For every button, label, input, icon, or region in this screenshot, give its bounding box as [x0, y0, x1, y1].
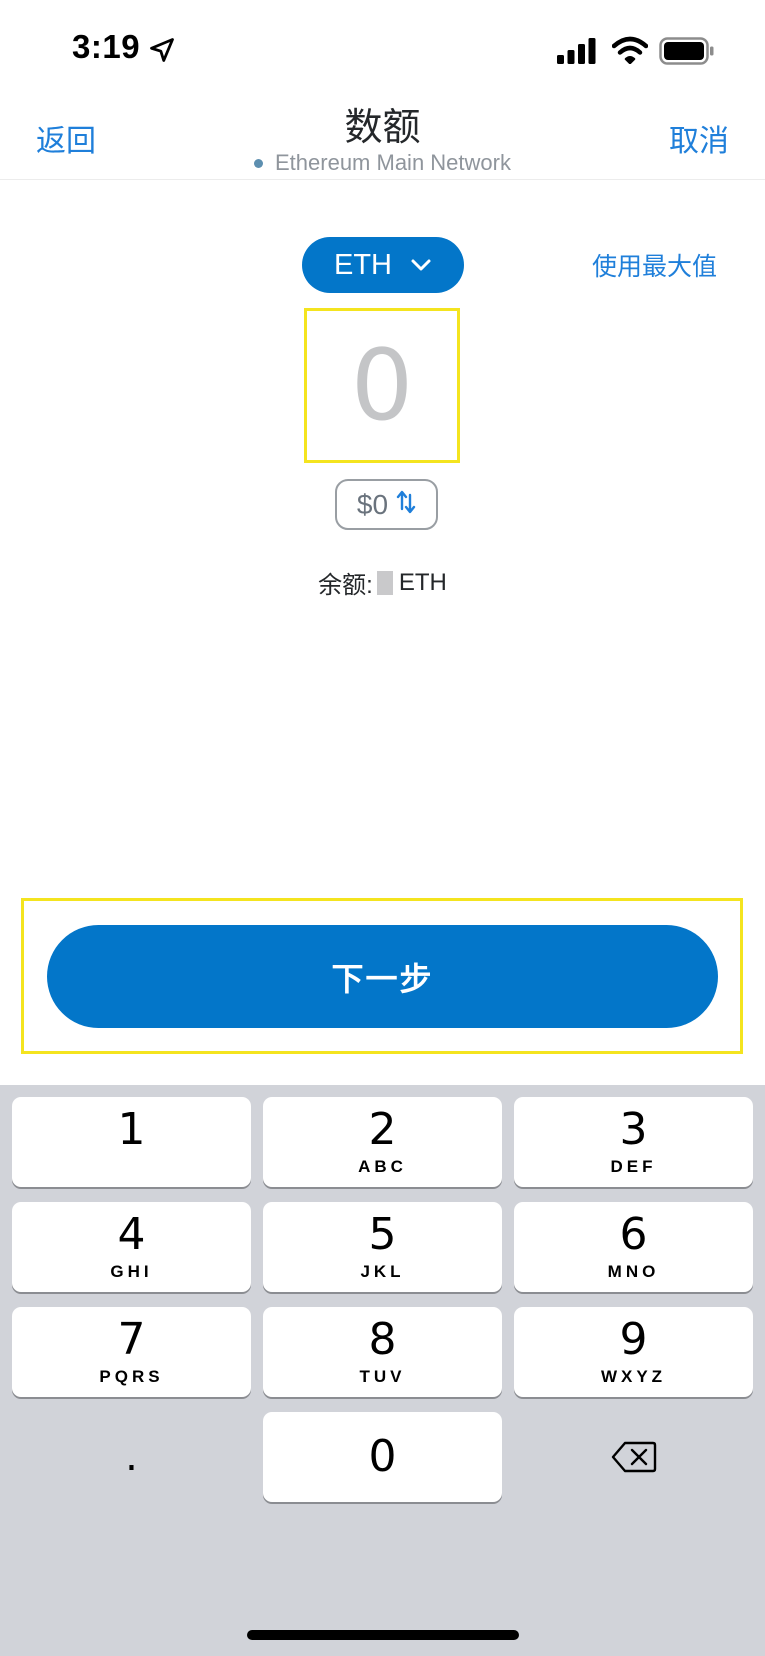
fiat-value: $0 — [356, 488, 389, 520]
home-indicator — [247, 1630, 519, 1640]
token-selector[interactable]: ETH — [302, 237, 464, 293]
backspace-icon — [611, 1441, 656, 1473]
key-delete[interactable] — [514, 1412, 753, 1502]
key-2[interactable]: 2 ABC — [263, 1097, 502, 1187]
use-max-button[interactable]: 使用最大值 — [592, 247, 717, 283]
key-digit: 2 — [368, 1104, 397, 1155]
network-status-dot — [254, 158, 263, 168]
key-letters: TUV — [359, 1367, 406, 1386]
key-digit: 8 — [368, 1314, 397, 1365]
amount-input[interactable] — [312, 328, 452, 443]
amount-screen: 3:19 返回 数额 Ethereum Main Network 取消 ETH … — [0, 0, 765, 1656]
wifi-icon — [612, 36, 648, 64]
key-digit: 0 — [368, 1431, 397, 1482]
key-0[interactable]: 0 — [263, 1412, 502, 1502]
key-3[interactable]: 3 DEF — [514, 1097, 753, 1187]
key-letters: GHI — [110, 1262, 153, 1281]
key-5[interactable]: 5 JKL — [263, 1202, 502, 1292]
network-indicator: Ethereum Main Network — [0, 150, 765, 176]
balance-label: 余额: — [318, 572, 373, 599]
battery-icon — [659, 37, 714, 65]
key-letters: PQRS — [99, 1367, 164, 1386]
swap-arrows-icon — [396, 490, 416, 513]
fiat-toggle-button[interactable]: $0 — [335, 479, 438, 530]
network-name: Ethereum Main Network — [275, 150, 511, 175]
token-symbol: ETH — [334, 248, 392, 281]
location-arrow-icon — [150, 38, 174, 62]
page-title: 数额 — [344, 107, 421, 149]
key-8[interactable]: 8 TUV — [263, 1307, 502, 1397]
cellular-signal-icon — [557, 38, 596, 64]
balance-unit: ETH — [398, 568, 447, 596]
key-1[interactable]: 1 — [12, 1097, 251, 1187]
key-digit: 9 — [619, 1314, 648, 1365]
key-letters: MNO — [607, 1262, 660, 1281]
key-digit: 4 — [117, 1209, 146, 1260]
key-letters: WXYZ — [600, 1367, 667, 1386]
status-bar: 3:19 — [0, 0, 765, 92]
key-digit: 3 — [619, 1104, 648, 1155]
numeric-keypad: 1 2 ABC 3 DEF 4 GHI 5 JKL 6 MNO 7 PQRS 8 — [0, 1085, 765, 1656]
key-digit: 5 — [368, 1209, 397, 1260]
chevron-down-icon — [411, 259, 431, 271]
amount-input-highlight — [304, 308, 460, 463]
key-letters: JKL — [360, 1262, 405, 1281]
key-7[interactable]: 7 PQRS — [12, 1307, 251, 1397]
key-4[interactable]: 4 GHI — [12, 1202, 251, 1292]
key-letters: ABC — [358, 1157, 407, 1176]
key-digit: . — [125, 1434, 138, 1480]
status-time: 3:19 — [72, 28, 141, 65]
key-9[interactable]: 9 WXYZ — [514, 1307, 753, 1397]
balance-redacted-value — [376, 570, 393, 595]
balance-line: 余额: ETH — [0, 565, 765, 600]
nav-header: 返回 数额 Ethereum Main Network 取消 — [0, 92, 765, 180]
key-6[interactable]: 6 MNO — [514, 1202, 753, 1292]
key-digit: 6 — [619, 1209, 648, 1260]
key-decimal[interactable]: . — [12, 1412, 251, 1502]
key-digit: 1 — [117, 1104, 146, 1155]
key-digit: 7 — [117, 1314, 146, 1365]
key-letters: DEF — [610, 1157, 657, 1176]
cancel-button[interactable]: 取消 — [669, 116, 729, 160]
next-button[interactable]: 下一步 — [47, 925, 718, 1028]
